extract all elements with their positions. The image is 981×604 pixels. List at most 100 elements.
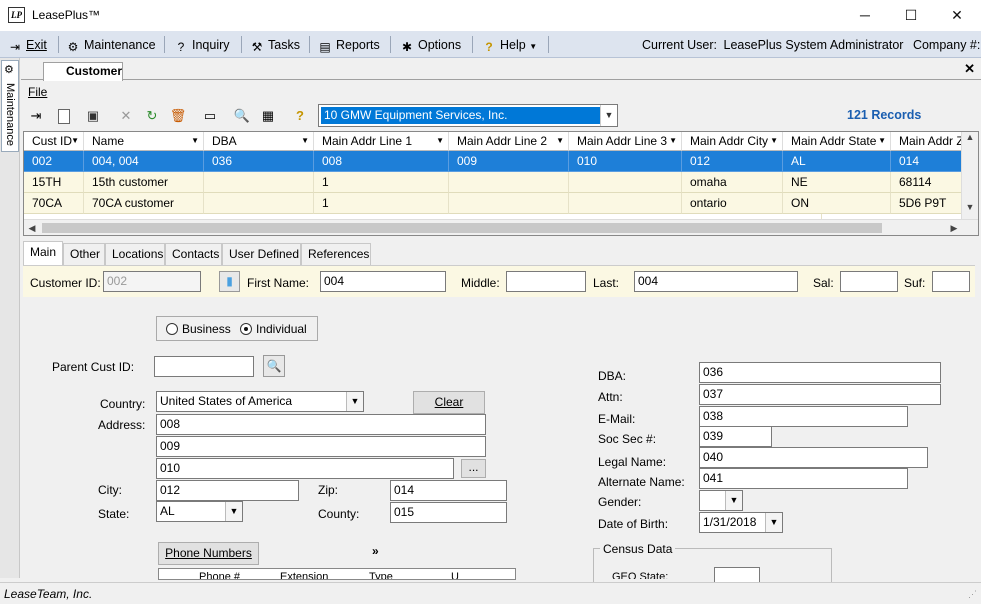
menu-exit[interactable]: ⇥ Exit [8, 37, 47, 54]
search-icon[interactable]: 🔍 [263, 355, 285, 377]
scroll-down-icon[interactable]: ▼ [962, 202, 978, 212]
refresh-icon[interactable]: ↻ [143, 107, 161, 125]
binoculars-icon[interactable]: 🔍 [233, 107, 251, 125]
tab-main[interactable]: Main [23, 241, 63, 266]
parent-cust-id-field[interactable] [154, 356, 254, 377]
gender-select[interactable]: ▼ [699, 490, 743, 511]
attn-field[interactable]: 037 [699, 384, 941, 405]
scroll-up-icon[interactable]: ▲ [962, 132, 978, 142]
new-document-icon[interactable] [58, 109, 70, 124]
chevron-down-icon[interactable]: ▼ [225, 502, 242, 521]
column-header[interactable]: Main Addr Line 2 ▼ [449, 132, 569, 151]
menu-tasks[interactable]: ⚒ Tasks [250, 37, 300, 54]
chevron-down-icon[interactable]: ▼ [765, 513, 782, 532]
menu-options[interactable]: ✱ Options [400, 37, 461, 54]
table-cell[interactable]: 004, 004 [84, 151, 204, 172]
filter-dropdown-icon[interactable]: ▼ [669, 132, 677, 150]
minimize-button[interactable]: ─ [842, 0, 888, 30]
maximize-button[interactable]: ☐ [888, 0, 934, 30]
table-cell[interactable]: 1 [314, 193, 449, 214]
clear-button[interactable]: Clear [413, 391, 485, 414]
phone-grid[interactable]: Phone # Extension Type U [158, 568, 516, 580]
filter-dropdown-icon[interactable]: ▼ [191, 132, 199, 150]
tab-contacts[interactable]: Contacts [165, 243, 222, 265]
date-of-birth-picker[interactable]: 1/31/2018 ▼ [699, 512, 783, 533]
file-menu[interactable]: File [28, 85, 47, 99]
suf-field[interactable] [932, 271, 970, 292]
business-label[interactable]: Business [182, 322, 231, 336]
table-row[interactable]: 15TH 15th customer 1 omaha NE 68114 [24, 172, 978, 193]
table-row[interactable]: 002 004, 004 036 008 009 010 012 AL 014 [24, 151, 978, 172]
vertical-scrollbar[interactable]: ▲ ▼ [961, 132, 978, 220]
zip-field[interactable]: 014 [390, 480, 507, 501]
menu-inquiry[interactable]: ? Inquiry [174, 37, 230, 54]
table-cell[interactable]: ontario [682, 193, 783, 214]
tab-user-defined[interactable]: User Defined [222, 243, 301, 265]
table-cell[interactable]: 009 [449, 151, 569, 172]
city-field[interactable]: 012 [156, 480, 299, 501]
column-header[interactable]: Main Addr City ▼ [682, 132, 783, 151]
state-select[interactable]: AL ▼ [156, 501, 243, 522]
county-field[interactable]: 015 [390, 502, 507, 523]
table-cell[interactable]: ON [783, 193, 891, 214]
address-line-3-field[interactable]: 010 [156, 458, 454, 479]
middle-field[interactable] [506, 271, 586, 292]
chevron-down-icon[interactable]: ▼ [725, 491, 742, 510]
filter-dropdown-icon[interactable]: ▼ [301, 132, 309, 150]
scroll-left-icon[interactable]: ◀ [24, 223, 40, 234]
individual-label[interactable]: Individual [256, 322, 307, 336]
sidebar-tab-maintenance[interactable]: ⚙ Maintenance [1, 60, 19, 152]
table-cell[interactable]: 15th customer [84, 172, 204, 193]
scroll-right-icon[interactable]: ▶ [946, 223, 962, 234]
filter-dropdown-icon[interactable]: ▼ [436, 132, 444, 150]
close-icon[interactable]: ✕ [964, 61, 975, 77]
table-cell[interactable] [449, 172, 569, 193]
table-cell[interactable]: 036 [204, 151, 314, 172]
note-icon[interactable]: ▮ [219, 271, 240, 292]
tab-other[interactable]: Other [63, 243, 105, 265]
filter-dropdown-icon[interactable]: ▼ [770, 132, 778, 150]
table-cell[interactable] [449, 193, 569, 214]
save-icon[interactable]: ▣ [84, 107, 102, 125]
customer-grid[interactable]: Cust ID ▼ Name ▼ DBA ▼ Main Addr Line 1 ▼ Main A… [23, 131, 979, 236]
column-header[interactable]: Main Addr Line 1 ▼ [314, 132, 449, 151]
customer-id-field[interactable]: 002 [103, 271, 201, 292]
filter-dropdown-icon[interactable]: ▼ [71, 132, 79, 150]
table-cell[interactable]: 1 [314, 172, 449, 193]
email-field[interactable]: 038 [699, 406, 908, 427]
horizontal-scrollbar[interactable]: ◀ ▶ [24, 219, 978, 235]
chevron-down-icon[interactable]: ▼ [600, 105, 617, 126]
scroll-thumb[interactable] [42, 223, 882, 233]
properties-icon[interactable]: ▦ [259, 107, 277, 125]
table-cell[interactable] [569, 193, 682, 214]
phone-numbers-button[interactable]: Phone Numbers [158, 542, 259, 565]
trash-icon[interactable]: 🗑 [169, 107, 187, 125]
tab-customer[interactable]: Customer [43, 62, 123, 81]
dba-field[interactable]: 036 [699, 362, 941, 383]
more-address-button[interactable]: ... [461, 459, 486, 478]
table-cell[interactable]: 008 [314, 151, 449, 172]
table-cell[interactable]: 70CA [24, 193, 84, 214]
menu-help[interactable]: ? Help ▼ [482, 37, 537, 54]
table-cell[interactable] [204, 172, 314, 193]
ssn-field[interactable]: 039 [699, 426, 772, 447]
address-line-2-field[interactable]: 009 [156, 436, 486, 457]
table-cell[interactable]: 010 [569, 151, 682, 172]
table-cell[interactable]: 70CA customer [84, 193, 204, 214]
table-cell[interactable]: 002 [24, 151, 84, 172]
table-cell[interactable]: AL [783, 151, 891, 172]
alternate-name-field[interactable]: 041 [699, 468, 908, 489]
resize-grip-icon[interactable]: ⋰ [968, 589, 977, 600]
table-cell[interactable]: NE [783, 172, 891, 193]
close-window-button[interactable]: ✕ [934, 0, 980, 30]
table-cell[interactable] [569, 172, 682, 193]
column-header[interactable]: DBA ▼ [204, 132, 314, 151]
table-row[interactable]: 70CA 70CA customer 1 ontario ON 5D6 P9T [24, 193, 978, 214]
table-cell[interactable]: omaha [682, 172, 783, 193]
sal-field[interactable] [840, 271, 898, 292]
last-field[interactable]: 004 [634, 271, 798, 292]
table-cell[interactable]: 012 [682, 151, 783, 172]
company-select[interactable]: 10 GMW Equipment Services, Inc. ▼ [318, 104, 618, 127]
business-radio[interactable] [166, 323, 178, 335]
country-select[interactable]: United States of America ▼ [156, 391, 364, 412]
